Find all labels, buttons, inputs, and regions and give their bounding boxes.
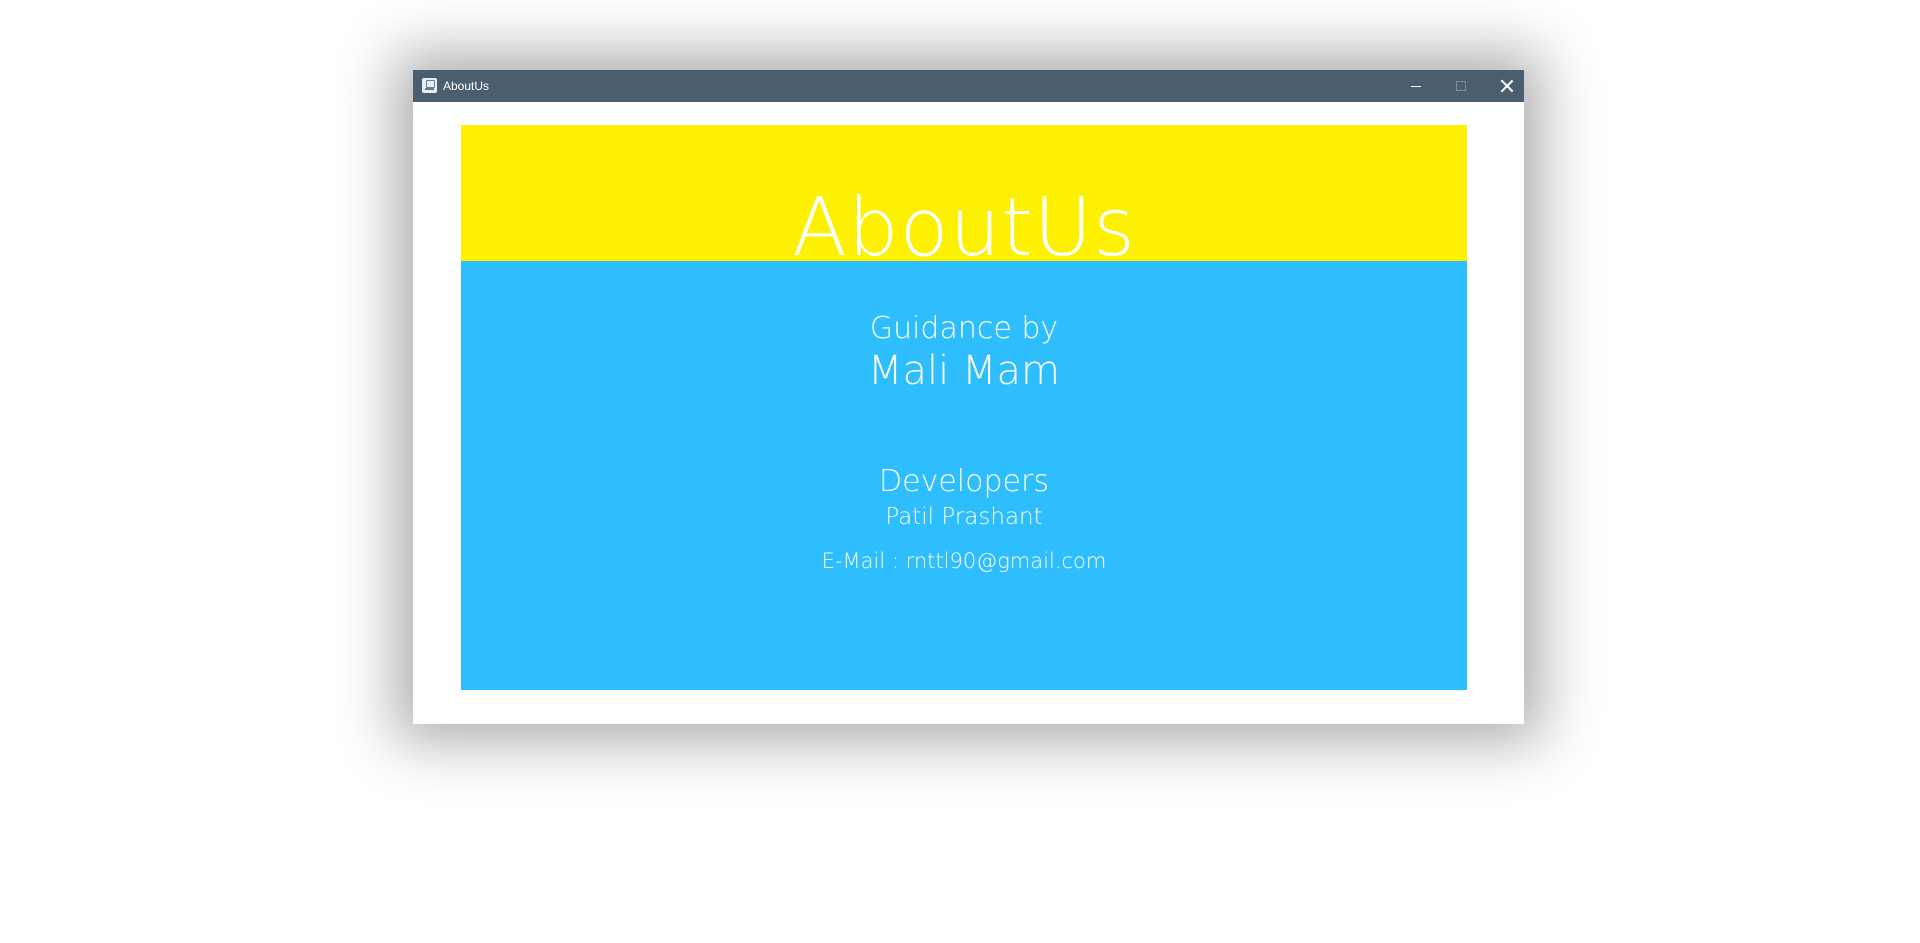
close-button[interactable] bbox=[1484, 70, 1530, 102]
developer-email: E-Mail : rnttl90@gmail.com bbox=[821, 549, 1107, 573]
title-bar[interactable]: AboutUs bbox=[413, 70, 1524, 102]
minimize-button[interactable] bbox=[1393, 70, 1439, 102]
guidance-name: Mali Mam bbox=[868, 348, 1060, 394]
developers-label: Developers bbox=[879, 464, 1049, 499]
close-icon bbox=[1499, 78, 1515, 94]
window-title: AboutUs bbox=[443, 79, 490, 93]
developer-name: Patil Prashant bbox=[885, 504, 1043, 530]
maximize-icon bbox=[1456, 81, 1466, 91]
java-app-icon bbox=[422, 78, 437, 93]
about-content: AboutUs Guidance by Mali Mam Developers … bbox=[461, 125, 1467, 690]
minimize-icon bbox=[1411, 86, 1421, 87]
header-band: AboutUs bbox=[461, 125, 1467, 261]
about-title: AboutUs bbox=[792, 181, 1136, 261]
about-window: AboutUs AboutUs Guidance by Mali Mam Dev… bbox=[413, 70, 1524, 724]
credits-panel: Guidance by Mali Mam Developers Patil Pr… bbox=[461, 261, 1467, 690]
guidance-label: Guidance by bbox=[869, 311, 1059, 346]
maximize-button[interactable] bbox=[1438, 70, 1484, 102]
